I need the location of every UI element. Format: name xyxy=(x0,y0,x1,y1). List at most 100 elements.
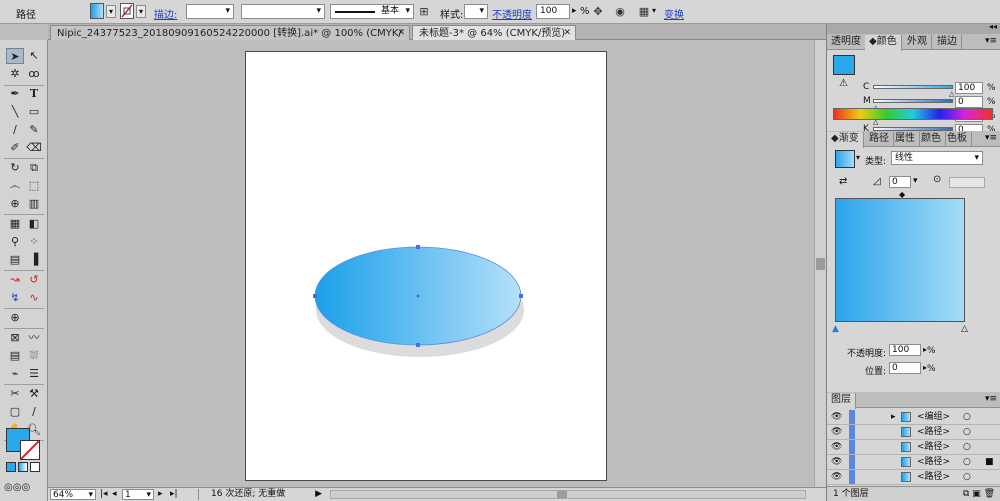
none-mode-icon[interactable] xyxy=(30,462,40,472)
visibility-eye-icon[interactable]: 👁︎ xyxy=(831,470,842,484)
list-tool-icon[interactable]: ☰ xyxy=(25,366,43,382)
selection-square-icon[interactable]: ■ xyxy=(985,455,994,469)
puppet-warp-tool-icon[interactable]: ⌁ xyxy=(6,366,24,382)
channel-value-field[interactable]: 0 xyxy=(955,96,983,108)
out-of-gamut-icon[interactable]: ⚠︎ xyxy=(839,78,848,89)
fill-dropdown[interactable]: ▾ xyxy=(106,5,116,18)
gradient-preview[interactable] xyxy=(835,198,965,322)
visibility-eye-icon[interactable]: 👁︎ xyxy=(831,440,842,454)
target-circle-icon[interactable]: ○ xyxy=(963,440,971,454)
tab-layers[interactable]: 图层 xyxy=(827,393,856,409)
next-page-icon[interactable]: ▸ xyxy=(158,489,163,500)
transform-link[interactable]: 变换 xyxy=(664,6,684,21)
perspective-grid-tool-icon[interactable]: ▥ xyxy=(25,196,43,212)
width-tool-icon[interactable]: 〰 xyxy=(25,330,43,346)
knife-tool-icon[interactable]: ✂ xyxy=(6,386,24,402)
scale-tool-icon[interactable]: ⧉ xyxy=(25,160,43,176)
tab-stroke[interactable]: 描边 xyxy=(933,35,962,50)
collapse-icon[interactable]: ◂◂ xyxy=(989,22,997,31)
target-circle-icon[interactable]: ○ xyxy=(963,455,971,469)
crosshair-tool-icon[interactable]: ⊕ xyxy=(6,310,24,326)
recolor-artwork-icon[interactable]: ✥ xyxy=(590,4,606,20)
graph-tool-icon[interactable]: ▤ xyxy=(6,348,24,364)
column-graph-tool-icon[interactable]: ▐ xyxy=(25,252,43,268)
stroke-weight-field[interactable]: ▾ xyxy=(186,4,234,19)
gradient-tool-icon[interactable]: ◧ xyxy=(25,216,43,232)
expand-triangle-icon[interactable]: ▸ xyxy=(891,410,896,424)
artboard-tool-icon[interactable]: ⊠ xyxy=(6,330,24,346)
visibility-eye-icon[interactable]: 👁︎ xyxy=(831,425,842,439)
channel-slider[interactable] xyxy=(873,85,953,89)
align-icon[interactable]: ▦ xyxy=(636,4,652,20)
gradient-opacity-field[interactable]: 100 xyxy=(889,344,921,356)
scroll-thumb[interactable] xyxy=(557,491,567,498)
document-setup-icon[interactable]: ⊞ xyxy=(416,4,432,20)
isolate-icon[interactable]: ◉ xyxy=(612,4,628,20)
gradient-type-select[interactable]: 线性 ▾ xyxy=(891,151,983,165)
aspect-ratio-field[interactable] xyxy=(949,177,985,188)
smooth-tool-icon[interactable]: ∿ xyxy=(25,290,43,306)
warp-tool-icon[interactable]: ෴ xyxy=(6,178,24,194)
tab-gradient[interactable]: ◆渐变 xyxy=(827,132,864,148)
shape-builder-tool-icon[interactable]: ⊕ xyxy=(6,196,24,212)
pencil-tool-icon[interactable]: ✎ xyxy=(25,122,43,138)
angle-dropdown[interactable]: ▾ xyxy=(913,176,918,186)
align-dropdown[interactable]: ▾ xyxy=(652,6,656,15)
anchor-point-tool-icon[interactable]: ↝ xyxy=(6,272,24,288)
direct-selection-tool-icon[interactable]: ↖ xyxy=(25,48,43,64)
color-mode-icon[interactable] xyxy=(6,462,16,472)
target-circle-icon[interactable]: ○ xyxy=(963,425,971,439)
layer-row[interactable]: 👁︎ ▸ <编组> ○ xyxy=(827,410,1000,425)
slice-tool-icon[interactable]: ⛆ xyxy=(25,348,43,364)
dock-header[interactable]: ◂◂ xyxy=(827,22,1000,34)
drawing-mode-icon[interactable]: ◎◎◎ xyxy=(4,480,30,496)
gradient-stop-start[interactable]: ▲ xyxy=(832,324,839,334)
rotate-tool-icon[interactable]: ↻ xyxy=(6,160,24,176)
eyedropper-tool-icon[interactable]: ⚲ xyxy=(6,234,24,250)
scroll-thumb[interactable] xyxy=(816,258,825,270)
color-spectrum[interactable] xyxy=(833,108,993,120)
convert-anchor-tool-icon[interactable]: ↺ xyxy=(25,272,43,288)
lasso-tool-icon[interactable]: ꝏ xyxy=(25,66,43,82)
tab-pathfinder[interactable]: 路径 xyxy=(865,132,894,147)
opacity-link[interactable]: 不透明度 xyxy=(492,6,532,21)
vertical-scrollbar[interactable] xyxy=(814,40,826,487)
blend-tool-icon[interactable]: ⁘ xyxy=(25,234,43,250)
brush-definition-field[interactable]: 基本 ▾ xyxy=(330,4,414,19)
blob-brush-tool-icon[interactable]: ✐ xyxy=(6,140,24,156)
close-icon[interactable]: ✕ xyxy=(563,26,571,41)
last-page-icon[interactable]: ▸| xyxy=(170,489,178,500)
artboard[interactable] xyxy=(245,51,607,481)
stroke-link[interactable]: 描边: xyxy=(154,6,177,21)
gradient-dropdown[interactable]: ▾ xyxy=(856,153,860,162)
tab-transparency[interactable]: 透明度 xyxy=(827,35,866,50)
layer-actions-icons[interactable]: ⧉ ▣ 🗑︎ xyxy=(963,487,995,501)
rectangle-tool-icon[interactable]: ▭ xyxy=(25,104,43,120)
selection-tool-icon[interactable]: ➤ xyxy=(6,48,24,64)
page-field[interactable]: 1 ▾ xyxy=(122,489,154,500)
stroke-color-box[interactable] xyxy=(20,440,40,460)
channel-slider[interactable] xyxy=(873,99,953,103)
free-transform-tool-icon[interactable]: ⬚ xyxy=(25,178,43,194)
gradient-stop-end[interactable]: △ xyxy=(961,324,968,334)
tab-color[interactable]: ◆颜色 xyxy=(865,35,902,51)
path-tool-icon[interactable]: ↯ xyxy=(6,290,24,306)
visibility-eye-icon[interactable]: 👁︎ xyxy=(831,410,842,424)
magic-wand-tool-icon[interactable]: ✲ xyxy=(6,66,24,82)
gradient-thumbnail[interactable] xyxy=(835,150,855,168)
color-swatch[interactable] xyxy=(833,55,855,75)
stroke-swatch[interactable] xyxy=(120,3,134,19)
panel-menu-icon[interactable]: ▾≡ xyxy=(985,394,997,404)
slider-thumb-icon[interactable]: △ xyxy=(949,90,954,98)
layer-row[interactable]: 👁︎ <路径> ○ xyxy=(827,440,1000,455)
channel-value-field[interactable]: 100 xyxy=(955,82,983,94)
location-field[interactable]: 0 xyxy=(889,362,921,374)
line-tool-icon[interactable]: ╲ xyxy=(6,104,24,120)
eraser-tool-icon[interactable]: ⌫ xyxy=(25,140,43,156)
zoom-field[interactable]: 64% ▾ xyxy=(50,489,96,500)
tab-attributes[interactable]: 属性 xyxy=(891,132,920,147)
first-page-icon[interactable]: |◂ xyxy=(100,489,108,500)
target-circle-icon[interactable]: ○ xyxy=(963,470,971,484)
style-field[interactable]: ▾ xyxy=(464,4,488,19)
screen-mode-icon[interactable]: ▭ xyxy=(14,495,32,501)
